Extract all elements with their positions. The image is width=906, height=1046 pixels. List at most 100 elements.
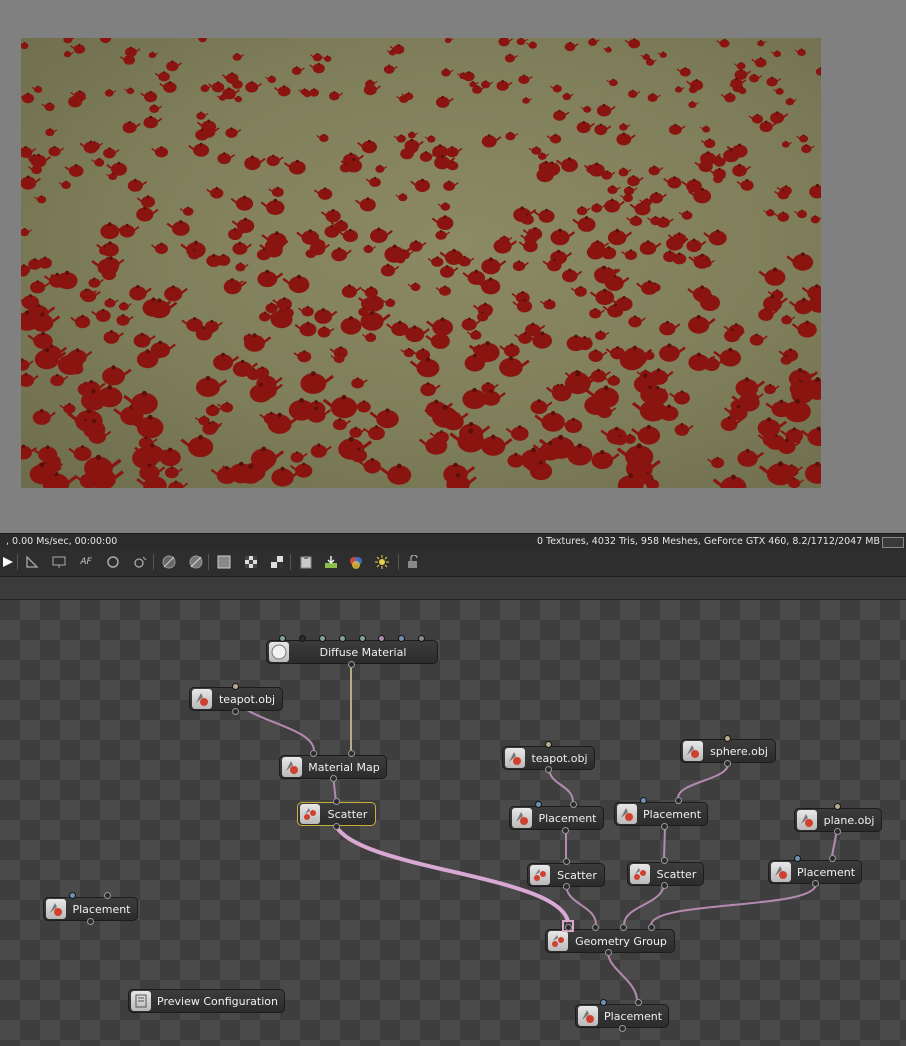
input-port[interactable]: [600, 999, 607, 1006]
input-port[interactable]: [279, 635, 286, 642]
output-port[interactable]: [724, 760, 731, 767]
teapot-mark: [707, 456, 725, 469]
teapot-mark: [380, 263, 400, 277]
teapot-mark: [159, 81, 177, 93]
teapot-mark: [382, 298, 396, 307]
output-port[interactable]: [661, 823, 668, 830]
teapot-mark: [576, 120, 595, 134]
input-port[interactable]: [69, 892, 76, 899]
teapot-mark: [589, 288, 615, 306]
teapot-mark: [197, 38, 207, 43]
node-graph-editor[interactable]: Diffuse Material teapot.obj Material Map…: [0, 600, 906, 1046]
input-port[interactable]: [535, 801, 542, 808]
teapot-mark: [688, 315, 716, 334]
input-port[interactable]: [319, 635, 326, 642]
output-port[interactable]: [562, 827, 569, 834]
output-port[interactable]: [812, 880, 819, 887]
output-port[interactable]: [348, 661, 355, 668]
input-port[interactable]: [648, 924, 655, 931]
output-port[interactable]: [545, 766, 552, 773]
node-placement-3[interactable]: Placement: [614, 802, 708, 826]
output-port[interactable]: [661, 882, 668, 889]
teapot-mark: [119, 223, 140, 238]
teapot-mark: [481, 134, 502, 148]
teapot-mark: [283, 159, 306, 175]
teapot-mark: [794, 48, 806, 56]
teapot-mark: [309, 62, 325, 74]
teapot-mark: [27, 331, 53, 349]
input-port[interactable]: [724, 735, 731, 742]
teapot-mark: [748, 113, 764, 124]
input-port[interactable]: [299, 635, 306, 642]
teapot-mark: [264, 75, 277, 83]
output-port[interactable]: [87, 918, 94, 925]
checker-fine-icon[interactable]: [216, 554, 232, 570]
lock-icon[interactable]: [405, 554, 421, 570]
input-port[interactable]: [378, 635, 385, 642]
teapot-mark: [603, 375, 620, 386]
checker-large-icon[interactable]: [269, 554, 285, 570]
teapot-mark: [122, 121, 141, 134]
input-port[interactable]: [348, 750, 355, 757]
input-port[interactable]: [563, 858, 570, 865]
input-port[interactable]: [675, 797, 682, 804]
input-port[interactable]: [418, 635, 425, 642]
import-icon[interactable]: [323, 554, 339, 570]
rotate-icon[interactable]: [105, 554, 121, 570]
input-port[interactable]: [635, 999, 642, 1006]
input-port[interactable]: [829, 855, 836, 862]
input-port[interactable]: [398, 635, 405, 642]
input-port[interactable]: [359, 635, 366, 642]
input-port[interactable]: [640, 797, 647, 804]
output-port[interactable]: [619, 1025, 626, 1032]
geometry-icon: [797, 810, 817, 830]
teapot-mark: [317, 326, 335, 338]
monitor-icon[interactable]: [51, 554, 67, 570]
input-port[interactable]: [565, 924, 572, 931]
checker-icon[interactable]: [243, 554, 259, 570]
render-color-icon[interactable]: [348, 554, 364, 570]
teapot-mark: [663, 176, 682, 189]
output-port[interactable]: [605, 949, 612, 956]
input-port[interactable]: [545, 741, 552, 748]
sphere-dark-icon[interactable]: [161, 554, 177, 570]
teapot-mark: [196, 111, 209, 120]
teapot-mark: [686, 238, 707, 253]
teapot-mark: [732, 163, 752, 177]
input-port[interactable]: [592, 924, 599, 931]
output-port[interactable]: [563, 883, 570, 890]
node-preview-configuration[interactable]: Preview Configuration: [128, 989, 285, 1013]
node-placement-2[interactable]: Placement: [509, 806, 604, 830]
clipboard-icon[interactable]: [298, 554, 314, 570]
input-port[interactable]: [834, 803, 841, 810]
teapot-mark: [106, 161, 127, 176]
output-port[interactable]: [834, 828, 841, 835]
teapot-mark: [591, 450, 620, 470]
ruler-icon[interactable]: [24, 554, 40, 570]
input-port[interactable]: [661, 857, 668, 864]
teapot-mark: [785, 97, 797, 106]
input-port[interactable]: [620, 924, 627, 931]
teapot-mark: [225, 127, 242, 138]
input-port[interactable]: [570, 801, 577, 808]
output-port[interactable]: [232, 708, 239, 715]
play-icon[interactable]: [0, 554, 16, 570]
output-port[interactable]: [330, 775, 337, 782]
teapot-mark: [607, 228, 633, 246]
render-viewport[interactable]: [0, 0, 906, 533]
input-port[interactable]: [310, 750, 317, 757]
light-icon[interactable]: [374, 554, 390, 570]
input-port[interactable]: [339, 635, 346, 642]
input-port[interactable]: [104, 892, 111, 899]
output-port[interactable]: [333, 823, 340, 830]
af-icon[interactable]: AF: [78, 554, 94, 570]
sphere-alt-icon[interactable]: [188, 554, 204, 570]
input-port[interactable]: [794, 855, 801, 862]
toolbar-divider: [17, 554, 18, 570]
input-port[interactable]: [333, 798, 340, 805]
wire-geometry: [565, 883, 597, 926]
camera-target-icon[interactable]: [132, 554, 148, 570]
input-port[interactable]: [232, 683, 239, 690]
teapot-mark: [616, 443, 654, 469]
teapot-mark: [539, 298, 556, 310]
